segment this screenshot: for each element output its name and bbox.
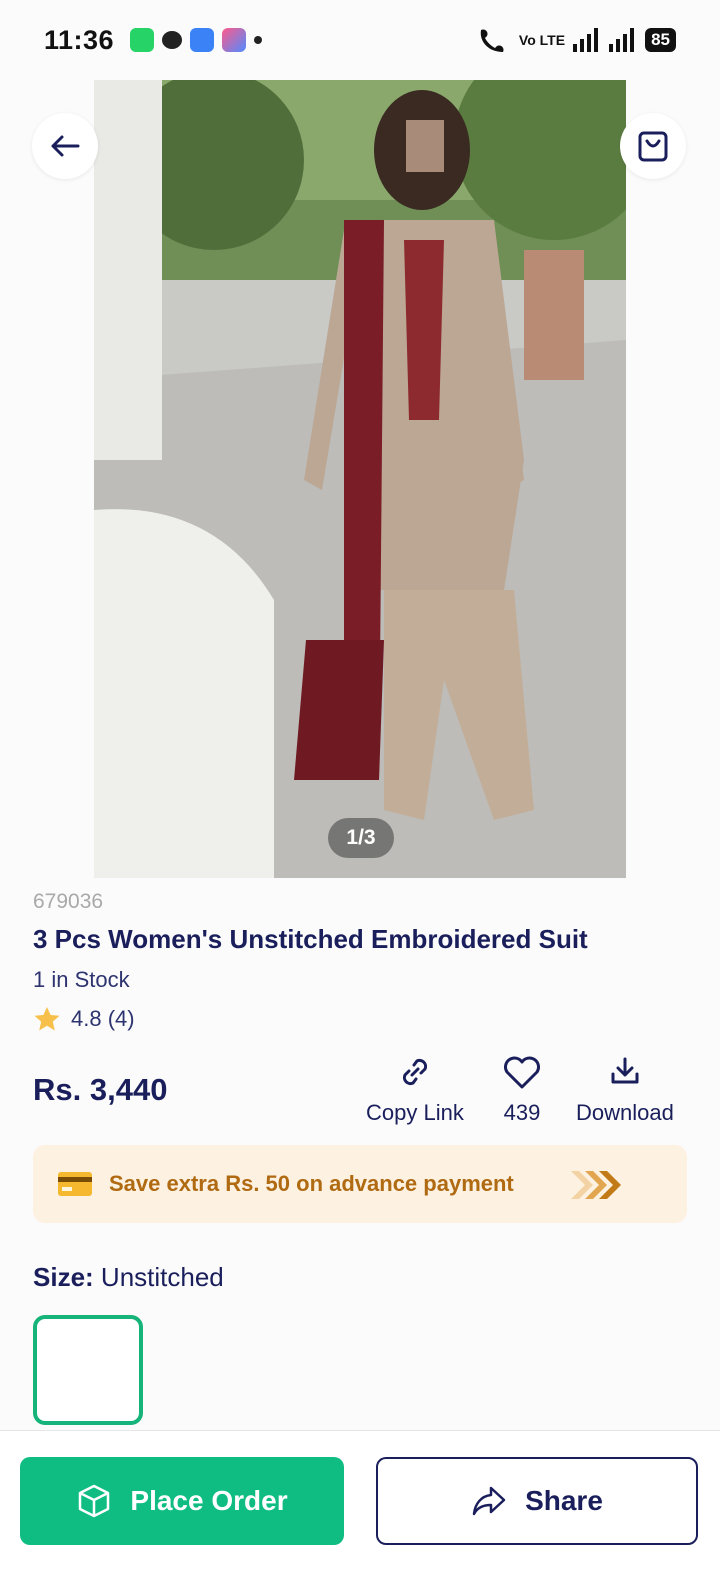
download-button[interactable]: Download (576, 1054, 674, 1126)
more-dot-icon (254, 36, 263, 44)
product-image[interactable] (94, 80, 626, 878)
product-rating: 4.8 (4) (33, 1006, 135, 1032)
like-button[interactable]: 439 (502, 1054, 542, 1126)
download-icon (611, 1057, 639, 1084)
shopping-bag-icon (638, 131, 668, 162)
back-button[interactable] (32, 113, 98, 179)
battery-level: 85 (645, 28, 676, 52)
image-pager: 1/3 (328, 818, 394, 858)
notification-icons (130, 28, 263, 52)
cart-button[interactable] (620, 113, 686, 179)
likes-count: 439 (503, 1100, 541, 1125)
box-icon (79, 1484, 110, 1518)
download-label: Download (576, 1100, 674, 1125)
app-icon (190, 28, 215, 52)
wifi-call-icon (480, 29, 504, 52)
system-icons: Vo LTE 85 (477, 26, 676, 54)
promo-text: Save extra Rs. 50 on advance payment (109, 1171, 514, 1196)
gallery-app-icon (222, 28, 247, 52)
product-sku: 679036 (33, 890, 104, 913)
size-label: Size: (33, 1262, 94, 1292)
network-label: Vo LTE (518, 32, 566, 48)
link-icon (402, 1058, 427, 1086)
share-icon (472, 1486, 506, 1516)
size-value: Unstitched (100, 1262, 224, 1292)
status-bar: 11:36 Vo LTE 85 (0, 0, 720, 80)
share-button[interactable]: Share (376, 1457, 698, 1545)
size-row: Size: Unstitched (33, 1262, 224, 1293)
credit-card-icon (58, 1172, 92, 1196)
place-order-label: Place Order (130, 1485, 288, 1516)
star-icon (34, 1007, 60, 1031)
bottom-action-bar: Place Order Share (0, 1430, 720, 1570)
place-order-button[interactable]: Place Order (20, 1457, 344, 1545)
size-option-selected[interactable] (33, 1315, 143, 1425)
chevrons-right-icon (571, 1171, 621, 1199)
chat-icon (162, 31, 183, 49)
stock-status: 1 in Stock (33, 967, 130, 992)
arrow-left-icon (51, 135, 80, 157)
copy-link-label: Copy Link (366, 1100, 464, 1125)
share-label: Share (525, 1485, 603, 1516)
signal-icon (573, 28, 599, 52)
rating-text: 4.8 (4) (71, 1006, 135, 1031)
product-price: Rs. 3,440 (33, 1072, 168, 1107)
copy-link-button[interactable]: Copy Link (366, 1054, 464, 1126)
signal-icon-2 (609, 28, 635, 52)
advance-payment-banner[interactable]: Save extra Rs. 50 on advance payment (33, 1145, 687, 1223)
heart-icon (504, 1056, 540, 1089)
product-title: 3 Pcs Women's Unstitched Embroidered Sui… (33, 924, 588, 954)
status-time: 11:36 (44, 24, 115, 55)
whatsapp-icon (130, 28, 155, 52)
